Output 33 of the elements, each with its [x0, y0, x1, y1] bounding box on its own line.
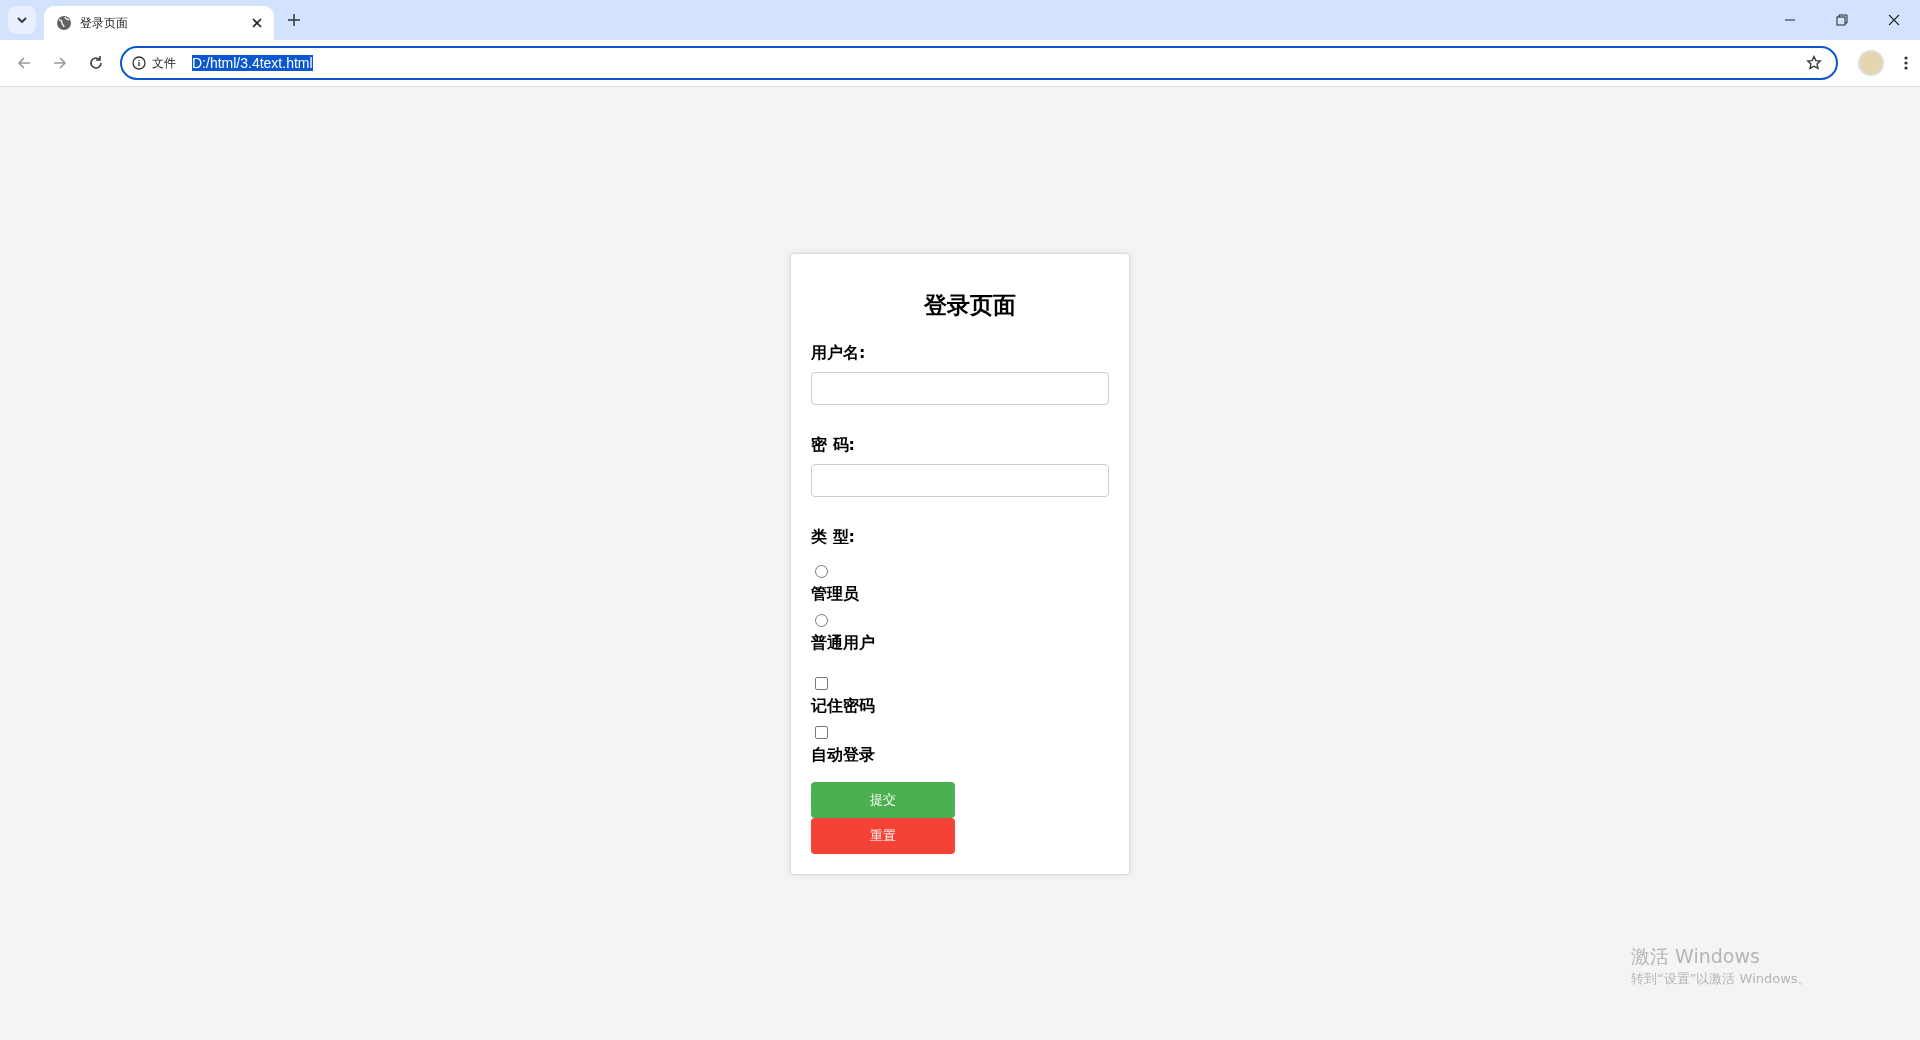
checkbox-label: 记住密码 — [811, 695, 875, 717]
forward-icon[interactable] — [52, 55, 68, 71]
info-icon — [132, 56, 146, 70]
more-menu-icon[interactable] — [1904, 55, 1908, 71]
caret-icon — [16, 14, 28, 26]
reload-icon[interactable] — [88, 55, 104, 71]
address-bar[interactable]: 文件 D:/html/3.4text.html — [120, 46, 1838, 80]
tab-search-button[interactable] — [8, 6, 36, 34]
browser-tab[interactable]: 登录页面 — [44, 6, 274, 40]
restore-icon[interactable] — [1836, 14, 1848, 26]
reset-button[interactable]: 重置 — [811, 817, 955, 854]
checkbox[interactable] — [815, 676, 828, 690]
back-icon[interactable] — [16, 55, 32, 71]
security-label: 文件 — [152, 54, 176, 72]
input-field[interactable] — [811, 463, 1109, 497]
input-field[interactable] — [811, 371, 1109, 405]
checkbox-label: 自动登录 — [811, 744, 875, 766]
checkbox[interactable] — [815, 725, 828, 739]
close-icon[interactable] — [252, 18, 262, 28]
tab-title: 登录页面 — [80, 14, 129, 32]
radio-label: 普通用户 — [811, 632, 875, 654]
activation-subtitle: 转到“设置”以激活 Windows。 — [1631, 970, 1811, 988]
close-icon[interactable] — [1888, 14, 1900, 26]
radio-label: 管理员 — [811, 583, 859, 605]
form-title: 登录页面 — [922, 290, 1016, 320]
type-label: 类 型: — [811, 526, 855, 548]
url-text: D:/html/3.4text.html — [192, 55, 313, 71]
activation-title: 激活 Windows — [1631, 944, 1761, 969]
star-icon[interactable] — [1806, 55, 1822, 71]
new-tab-icon[interactable] — [288, 14, 300, 26]
field-label: 用户名: — [811, 342, 866, 364]
field-label: 密 码: — [811, 434, 855, 456]
globe-icon — [56, 15, 72, 31]
